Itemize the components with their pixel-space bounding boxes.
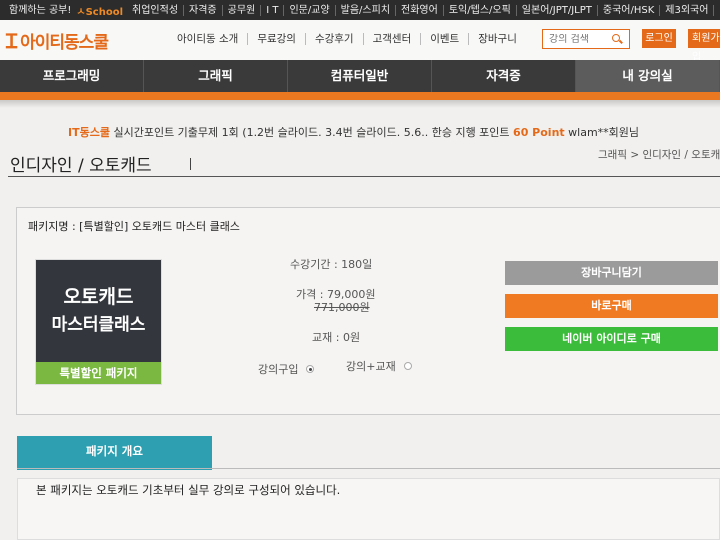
- product-thumbnail: 오토캐드 마스터클래스 특별할인 패키지: [36, 260, 161, 384]
- page-title: 인디자인 / 오토캐드: [10, 156, 152, 176]
- topbar-link-it[interactable]: I T: [261, 4, 285, 16]
- search-box: [542, 29, 630, 49]
- point-ticker: IT동스쿨 실시간포인트 기출무제 1회 (1.2번 슬라이드. 3.4번 슬라…: [68, 124, 639, 140]
- nav-shadow: [0, 100, 720, 108]
- naver-purchase-button[interactable]: 네이버 아이디로 구매: [505, 327, 718, 351]
- main-nav-my-classroom[interactable]: 내 강의실: [576, 60, 720, 92]
- main-nav: 프로그래밍 그래픽 컴퓨터일반 자격증 내 강의실: [0, 60, 720, 92]
- topbar-link-civil-service[interactable]: 공무원: [223, 4, 262, 16]
- topbar-link-japanese[interactable]: 일본어/JPT/JLPT: [517, 4, 598, 16]
- course-period: 수강기간 : 180일: [290, 258, 373, 271]
- ticker-site-name: IT동스쿨: [68, 126, 110, 139]
- logo-text: 아이티동스쿨: [20, 33, 109, 53]
- search-icon[interactable]: [611, 33, 623, 45]
- topbar-school-link[interactable]: ㅅSchool: [76, 3, 123, 18]
- topbar-link-third-language[interactable]: 제3외국어: [660, 4, 715, 16]
- breadcrumb[interactable]: 그래픽 > 인디자인 / 오토캐드: [598, 147, 720, 162]
- nav-cart[interactable]: 장바구니: [469, 33, 526, 45]
- title-divider: [190, 158, 191, 170]
- topbar-link-toeic[interactable]: 토익/텝스/오픽: [444, 4, 517, 16]
- nav-free-lectures[interactable]: 무료강의: [248, 33, 306, 45]
- topbar-link-certificate[interactable]: 자격증: [184, 4, 223, 16]
- header-nav: 아이티동 소개 무료강의 수강후기 고객센터 이벤트 장바구니: [168, 33, 526, 45]
- search-input[interactable]: [543, 33, 611, 45]
- option-lecture-textbook-radio[interactable]: [403, 362, 412, 370]
- tab-package-overview[interactable]: 패키지 개요: [17, 436, 212, 470]
- textbook-price: 교재 : 0원: [312, 331, 361, 344]
- nav-accent-line: [0, 92, 720, 100]
- topbar-slogan: 함께하는 공부!: [9, 4, 72, 16]
- top-category-bar: 함께하는 공부! ㅅSchool 취업인적성 자격증 공무원 I T 인문/교양…: [0, 0, 720, 20]
- main-nav-certificate[interactable]: 자격증: [432, 60, 576, 92]
- option-lecture-textbook[interactable]: 강의+교재: [346, 358, 412, 374]
- main-nav-computer-general[interactable]: 컴퓨터일반: [288, 60, 432, 92]
- title-underline: [8, 176, 720, 177]
- nav-reviews[interactable]: 수강후기: [306, 33, 364, 45]
- overview-text: 본 패키지는 오토캐드 기초부터 실무 강의로 구성되어 있습니다.: [36, 483, 341, 497]
- ticker-points: 60 Point: [513, 126, 565, 139]
- topbar-link-phone-english[interactable]: 전화영어: [396, 4, 444, 16]
- nav-customer-center[interactable]: 고객센터: [364, 33, 422, 45]
- overview-divider: [17, 468, 720, 469]
- site-header: Ɪ 아이티동스쿨 아이티동 소개 무료강의 수강후기 고객센터 이벤트 장바구니…: [0, 20, 720, 63]
- thumbnail-title-line1: 오토캐드: [63, 286, 134, 308]
- option-lecture-radio[interactable]: [306, 365, 315, 373]
- topbar-link-humanities[interactable]: 인문/교양: [284, 4, 336, 16]
- site-logo[interactable]: Ɪ 아이티동스쿨: [6, 27, 109, 54]
- nav-about[interactable]: 아이티동 소개: [168, 33, 249, 45]
- login-button[interactable]: 로그인: [642, 29, 676, 48]
- logo-icon: Ɪ: [6, 29, 18, 53]
- add-to-cart-button[interactable]: 장바구니담기: [505, 261, 718, 285]
- package-name: 패키지명 : [특별할인] 오토캐드 마스터 클래스: [28, 220, 240, 233]
- topbar-link-speech[interactable]: 발음/스피치: [336, 4, 397, 16]
- nav-events[interactable]: 이벤트: [421, 33, 470, 45]
- thumbnail-title-line2: 마스터클래스: [51, 315, 146, 335]
- option-lecture-label: 강의구입: [258, 363, 299, 376]
- ticker-user: wlam**회원님: [564, 126, 640, 139]
- main-nav-programming[interactable]: 프로그래밍: [0, 60, 144, 92]
- join-button[interactable]: 회원가입: [688, 29, 720, 63]
- option-lecture-textbook-label: 강의+교재: [346, 360, 396, 373]
- original-price: 771,000원: [314, 301, 370, 314]
- option-lecture[interactable]: 강의구입: [258, 361, 315, 377]
- ticker-message: 실시간포인트 기출무제 1회 (1.2번 슬라이드. 3.4번 슬라이드. 5.…: [109, 126, 514, 139]
- main-nav-graphics[interactable]: 그래픽: [144, 60, 288, 92]
- buy-now-button[interactable]: 바로구매: [505, 294, 718, 318]
- topbar-link-chinese[interactable]: 중국어/HSK: [598, 4, 661, 16]
- topbar-link-career[interactable]: 취업인적성: [127, 4, 185, 16]
- thumbnail-badge: 특별할인 패키지: [36, 362, 161, 384]
